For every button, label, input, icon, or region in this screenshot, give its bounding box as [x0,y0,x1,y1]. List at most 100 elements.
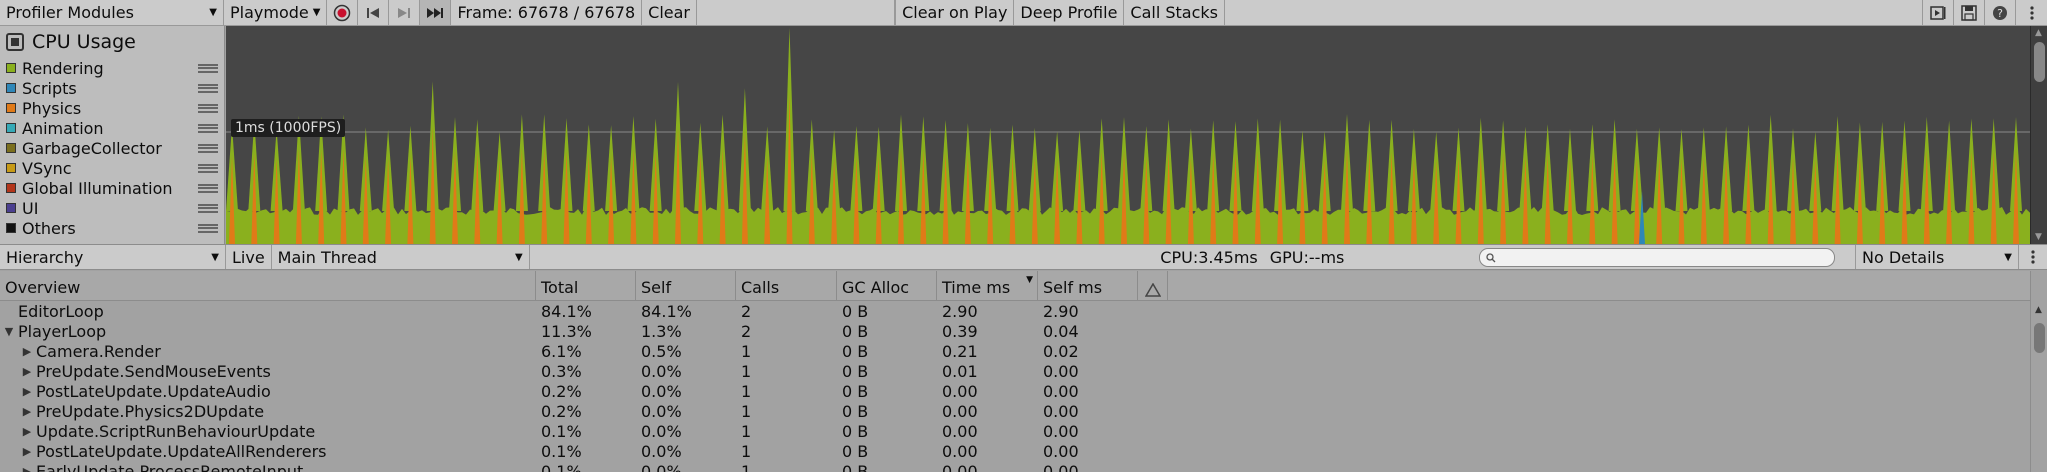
drag-handle-icon[interactable] [198,163,218,173]
drag-handle-icon[interactable] [198,143,218,153]
scroll-up-icon[interactable]: ▲ [2035,28,2042,38]
legend-item-animation[interactable]: Animation [0,118,224,138]
cell-calls: 2 [741,301,752,321]
clear-button[interactable]: Clear [642,0,697,25]
expand-toggle-icon[interactable]: ▶ [18,445,36,458]
table-scrollbar[interactable]: ▲ [2030,271,2047,472]
legend-swatch[interactable] [6,103,16,113]
column-header-gc-alloc[interactable]: GC Alloc [837,271,937,300]
expand-toggle-icon[interactable]: ▶ [18,365,36,378]
first-frame-button[interactable] [358,0,390,25]
table-row[interactable]: ▶ PostLateUpdate.UpdateAllRenderers 0.1% 0.… [0,441,2030,461]
column-header-calls[interactable]: Calls [736,271,837,300]
table-row[interactable]: ▶ PreUpdate.SendMouseEvents 0.3% 0.0% 1 0 B 0.… [0,361,2030,381]
drag-handle-icon[interactable] [198,223,218,233]
legend-swatch[interactable] [6,183,16,193]
legend-swatch[interactable] [6,83,16,93]
cpu-usage-title[interactable]: CPU Usage [0,26,224,58]
expand-toggle-icon[interactable]: ▶ [18,405,36,418]
column-header-overview[interactable]: Overview [0,271,536,300]
clear-label: Clear [648,3,690,22]
drag-handle-icon[interactable] [198,103,218,113]
cell-self: 0.0% [641,381,682,401]
profiler-modules-dropdown[interactable]: Profiler Modules ▼ [0,0,224,25]
cell-total: 11.3% [541,321,592,341]
drag-handle-icon[interactable] [198,183,218,193]
deep-profile-toggle[interactable]: Deep Profile [1014,0,1125,25]
column-header-time-ms[interactable]: Time ms ▼ [937,271,1038,300]
row-name: PlayerLoop [18,321,107,341]
legend-item-global-illumination[interactable]: Global Illumination [0,178,224,198]
cell-time: 0.00 [942,461,978,472]
legend-item-vsync[interactable]: VSync [0,158,224,178]
drag-handle-icon[interactable] [198,63,218,73]
svg-text:?: ? [1997,7,2003,20]
cell-calls: 2 [741,321,752,341]
cell-total: 0.3% [541,361,582,381]
cell-total: 0.2% [541,381,582,401]
drag-handle-icon[interactable] [198,203,218,213]
thread-dropdown[interactable]: Main Thread ▼ [272,245,530,269]
legend-item-scripts[interactable]: Scripts [0,78,224,98]
table-row[interactable]: EditorLoop 84.1% 84.1% 2 0 B 2.90 2.90 [0,301,2030,321]
call-stacks-toggle[interactable]: Call Stacks [1124,0,1225,25]
help-button[interactable]: ? [1985,0,2016,25]
scroll-down-icon[interactable]: ▼ [2035,232,2042,242]
more-options-button[interactable] [2016,0,2047,25]
drag-handle-icon[interactable] [198,83,218,93]
playmode-dropdown[interactable]: Playmode ▼ [224,0,328,25]
record-icon [334,4,351,21]
table-row[interactable]: ▼ PlayerLoop 11.3% 1.3% 2 0 B 0.39 0.04 [0,321,2030,341]
clear-on-play-toggle[interactable]: Clear on Play [895,0,1015,25]
legend-swatch[interactable] [6,123,16,133]
legend-item-others[interactable]: Others [0,218,224,238]
column-header-self-ms[interactable]: Self ms [1038,271,1138,300]
cpu-usage-chart[interactable]: 1ms (1000FPS) [226,26,2030,244]
cpu-icon [6,33,24,51]
legend-item-physics[interactable]: Physics [0,98,224,118]
current-frame-button[interactable] [420,0,452,25]
expand-toggle-icon[interactable]: ▶ [18,425,36,438]
playmode-label: Playmode [230,3,309,22]
column-header-warnings[interactable] [1138,271,1168,300]
search-icon [1486,252,1496,262]
table-row[interactable]: ▶ Update.ScriptRunBehaviourUpdate 0.1% 0.0%… [0,421,2030,441]
row-name: PreUpdate.SendMouseEvents [36,361,271,381]
next-frame-button[interactable] [389,0,421,25]
row-name-cell: ▼ PlayerLoop [0,322,536,341]
legend-item-ui[interactable]: UI [0,198,224,218]
legend-swatch[interactable] [6,203,16,213]
live-toggle[interactable]: Live [226,245,272,269]
scroll-up-icon[interactable]: ▲ [2035,305,2042,315]
expand-toggle-icon[interactable]: ▶ [18,345,36,358]
legend-swatch[interactable] [6,63,16,73]
table-row[interactable]: ▶ PostLateUpdate.UpdateAudio 0.2% 0.0% 1 0 B 0… [0,381,2030,401]
search-input[interactable] [1479,248,1835,267]
details-dropdown[interactable]: No Details ▼ [1855,245,2019,269]
legend-swatch[interactable] [6,143,16,153]
expand-toggle-icon[interactable]: ▶ [18,385,36,398]
details-label: No Details [1862,247,1945,267]
legend-item-garbagecollector[interactable]: GarbageCollector [0,138,224,158]
table-row[interactable]: ▶ PreUpdate.Physics2DUpdate 0.2% 0.0% 1 0 B 0.… [0,401,2030,421]
drag-handle-icon[interactable] [198,123,218,133]
more-options-button[interactable] [2019,245,2047,269]
table-row[interactable]: ▶ Camera.Render 6.1% 0.5% 1 0 B 0.21 0.02 [0,341,2030,361]
table-row[interactable]: ▶ EarlyUpdate.ProcessRemoteInput 0.1% 0.0% 1… [0,461,2030,472]
cell-gc: 0 B [842,461,869,472]
scrollbar-thumb[interactable] [2034,323,2045,353]
view-mode-dropdown[interactable]: Hierarchy ▼ [0,245,226,269]
cell-total: 6.1% [541,341,582,361]
save-button[interactable] [1954,0,1985,25]
record-button[interactable] [327,0,359,25]
scrollbar-thumb[interactable] [2034,42,2045,82]
legend-item-rendering[interactable]: Rendering [0,58,224,78]
legend-swatch[interactable] [6,163,16,173]
load-button[interactable] [1923,0,1954,25]
column-header-self[interactable]: Self [636,271,736,300]
column-header-total[interactable]: Total [536,271,636,300]
chart-scrollbar[interactable]: ▲ ▼ [2030,26,2047,244]
expand-toggle-icon[interactable]: ▶ [18,465,36,472]
legend-swatch[interactable] [6,223,16,233]
expand-toggle-icon[interactable]: ▼ [0,325,18,338]
